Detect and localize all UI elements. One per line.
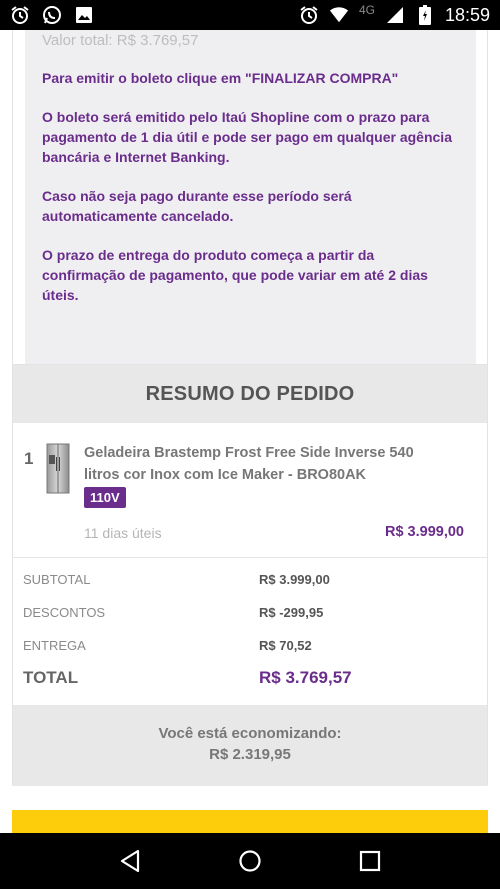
total-label: TOTAL xyxy=(23,668,79,687)
navigation-bar xyxy=(0,833,500,889)
page-content: Valor total: R$ 3.769,57 Para emitir o b… xyxy=(0,30,500,833)
discount-label: DESCONTOS xyxy=(23,605,106,620)
battery-icon xyxy=(415,5,435,25)
item-delivery-time: 11 dias úteis xyxy=(84,525,162,541)
boleto-info-box: Valor total: R$ 3.769,57 Para emitir o b… xyxy=(25,30,476,369)
item-name[interactable]: Geladeira Brastemp Frost Free Side Inver… xyxy=(84,442,414,486)
home-icon[interactable] xyxy=(230,841,270,881)
valor-total-text: Valor total: R$ 3.769,57 xyxy=(42,32,199,49)
signal-icon xyxy=(385,5,405,25)
alarm-icon xyxy=(10,5,30,25)
delivery-value: R$ 70,52 xyxy=(259,638,312,653)
alarm-icon xyxy=(299,5,319,25)
summary-title: RESUMO DO PEDIDO xyxy=(145,382,355,405)
whatsapp-icon xyxy=(42,5,62,25)
discount-value: R$ -299,95 xyxy=(259,605,324,620)
totals-block: SUBTOTAL R$ 3.999,00 DESCONTOS R$ -299,9… xyxy=(13,558,487,705)
prazo-entrega-text: O prazo de entrega do produto começa a p… xyxy=(42,247,428,303)
list-item: 1 Geladeira Brastemp Frost Free Side Inv… xyxy=(13,423,487,558)
emissao-text: O boleto será emitido pelo Itaú Shopline… xyxy=(42,109,452,165)
cancelamento-text: Caso não seja pago durante esse período … xyxy=(42,188,352,224)
voltage-badge: 110V xyxy=(84,487,126,508)
refrigerator-icon xyxy=(46,443,70,495)
item-quantity: 1 xyxy=(24,449,34,468)
finalize-button[interactable] xyxy=(12,810,488,833)
network-type: 4G xyxy=(358,3,375,17)
delivery-label: ENTREGA xyxy=(23,638,86,653)
back-icon[interactable] xyxy=(110,841,150,881)
boleto-card: Valor total: R$ 3.769,57 Para emitir o b… xyxy=(12,30,488,381)
clock: 18:59 xyxy=(444,4,490,25)
wifi-icon xyxy=(329,5,349,25)
summary-header: RESUMO DO PEDIDO xyxy=(13,365,487,423)
status-bar: 4G 18:59 xyxy=(0,0,500,30)
savings-value: R$ 2.319,95 xyxy=(209,746,291,763)
order-summary: RESUMO DO PEDIDO 1 Geladeira Brastemp Fr… xyxy=(12,364,488,786)
subtotal-label: SUBTOTAL xyxy=(23,572,91,587)
image-icon xyxy=(74,5,94,25)
savings-box: Você está economizando: R$ 2.319,95 xyxy=(13,705,487,786)
total-value: R$ 3.769,57 xyxy=(259,668,352,687)
subtotal-value: R$ 3.999,00 xyxy=(259,572,330,587)
item-price: R$ 3.999,00 xyxy=(384,524,464,540)
instruction-text: Para emitir o boleto clique em "FINALIZA… xyxy=(42,70,399,86)
recents-icon[interactable] xyxy=(350,841,390,881)
savings-label: Você está economizando: xyxy=(158,725,342,742)
